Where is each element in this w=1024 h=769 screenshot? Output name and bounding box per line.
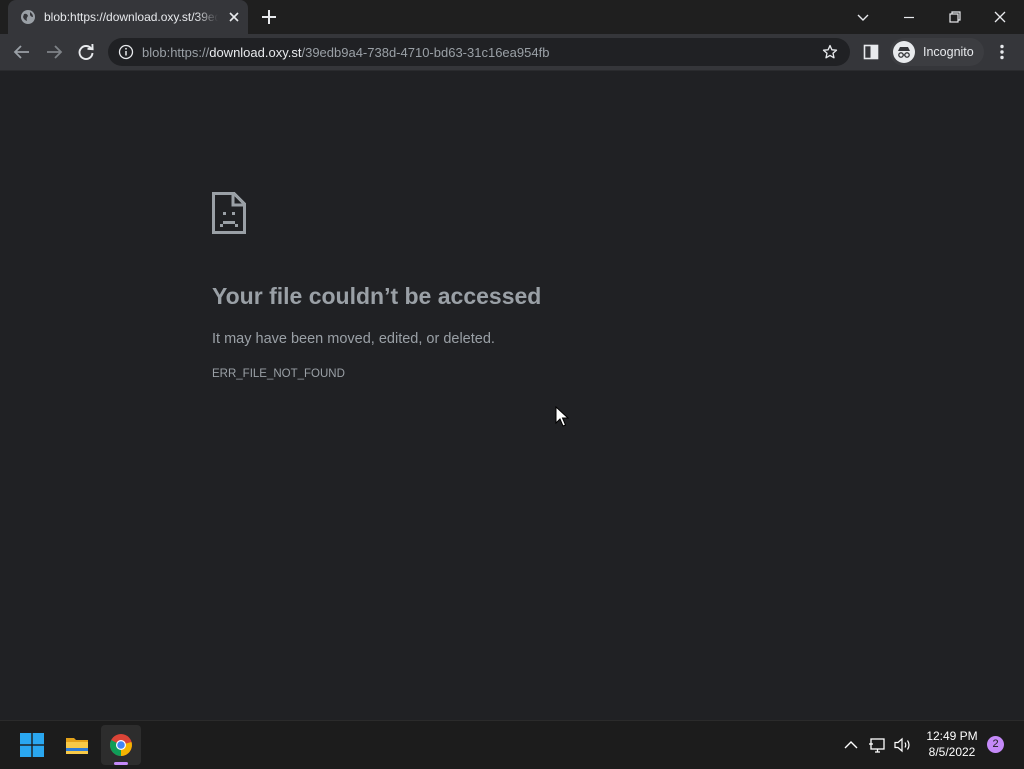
url-text: blob:https://download.oxy.st/39edb9a4-73… [142,45,549,60]
site-info-icon[interactable] [118,44,134,60]
error-page: Your file couldn’t be accessed It may ha… [0,71,1024,720]
clock-date: 8/5/2022 [928,745,976,759]
url-scheme: blob:https:// [142,45,210,60]
tab-close-icon[interactable] [226,9,242,25]
incognito-profile-button[interactable]: Incognito [890,38,984,66]
incognito-label: Incognito [923,45,974,59]
url-host: download.oxy.st [209,45,302,60]
minimize-icon[interactable] [897,5,921,29]
tab-search-icon[interactable] [851,5,875,29]
tab-active[interactable]: blob:https://download.oxy.st/39edb9a4-73… [8,0,248,34]
tab-strip: blob:https://download.oxy.st/39edb9a4-73… [0,0,1024,34]
volume-icon[interactable] [893,735,913,755]
more-menu-icon[interactable] [992,42,1012,62]
restore-icon[interactable] [943,5,967,29]
file-explorer-button[interactable] [57,725,97,765]
taskbar-clock[interactable]: 12:49 PM 8/5/2022 [920,729,984,760]
forward-icon[interactable] [42,40,66,64]
reload-icon[interactable] [74,40,98,64]
start-icon [20,733,44,757]
side-panel-icon[interactable] [862,43,880,61]
start-button[interactable] [12,725,52,765]
chrome-taskbar-button[interactable] [101,725,141,765]
chrome-icon [109,734,132,756]
tab-title: blob:https://download.oxy.st/39edb9a4-73… [44,10,218,26]
show-hidden-icons-icon[interactable] [841,735,861,755]
error-code: ERR_FILE_NOT_FOUND [212,368,345,380]
clock-time: 12:49 PM [926,729,978,743]
address-bar[interactable]: blob:https://download.oxy.st/39edb9a4-73… [108,38,850,66]
error-description: It may have been moved, edited, or delet… [212,331,495,347]
back-icon[interactable] [10,40,34,64]
globe-icon [21,10,35,24]
file-explorer-icon [66,738,88,754]
browser-toolbar: blob:https://download.oxy.st/39edb9a4-73… [0,34,1024,71]
close-window-icon[interactable] [988,5,1012,29]
taskbar: 12:49 PM 8/5/2022 2 [0,720,1024,769]
new-tab-icon[interactable] [259,7,279,27]
incognito-icon [893,41,915,63]
network-icon[interactable] [868,735,888,755]
running-indicator [114,762,128,765]
bookmark-star-icon[interactable] [822,44,838,60]
sad-file-icon [212,192,246,234]
error-title: Your file couldn’t be accessed [212,283,542,309]
mouse-cursor-icon [555,406,569,427]
url-path: /39edb9a4-738d-4710-bd63-31c16ea954fb [301,45,550,60]
notification-badge[interactable]: 2 [987,736,1004,753]
